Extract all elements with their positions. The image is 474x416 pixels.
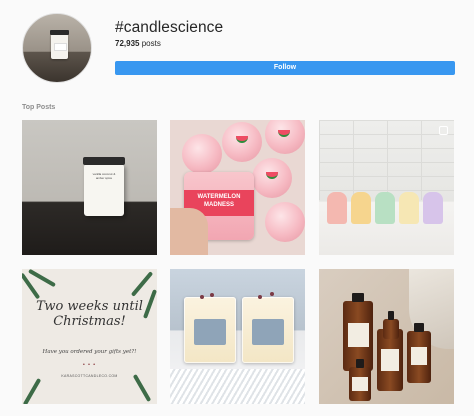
pink-candle-image bbox=[182, 134, 222, 174]
post-count: 72,935 posts bbox=[115, 39, 161, 48]
post-count-number: 72,935 bbox=[115, 39, 140, 48]
post-headline-text: Two weeks until Christmas! bbox=[36, 299, 143, 329]
candle-jar-image bbox=[50, 30, 69, 59]
hashtag-avatar[interactable] bbox=[22, 13, 92, 83]
candle-jar-image: vanilla coconut & amber spice bbox=[83, 157, 125, 216]
dried-flower-image bbox=[258, 295, 262, 299]
post-tile-3[interactable] bbox=[319, 120, 454, 255]
hand-image bbox=[170, 208, 208, 255]
follow-button[interactable]: Follow bbox=[115, 61, 455, 75]
amber-bottle-image bbox=[349, 359, 371, 401]
paper-shred-image bbox=[170, 369, 305, 404]
top-posts-label: Top Posts bbox=[22, 104, 56, 111]
pine-branch-image bbox=[22, 378, 42, 404]
post-tile-1[interactable]: vanilla coconut & amber spice bbox=[22, 120, 157, 255]
pine-branch-image bbox=[132, 374, 152, 402]
bottle-label-image bbox=[380, 349, 400, 371]
post-subline-text: Have you ordered your gifts yet?! bbox=[42, 349, 137, 355]
post-count-suffix: posts bbox=[139, 39, 161, 48]
pastel-candle-image bbox=[327, 192, 347, 224]
amber-bottle-image bbox=[407, 323, 431, 383]
candle-glass-image bbox=[242, 297, 294, 363]
pastel-candle-image bbox=[375, 192, 395, 224]
bottle-label-image bbox=[347, 323, 369, 347]
pine-branch-image bbox=[28, 269, 56, 288]
post-tile-4[interactable]: Two weeks until Christmas! Have you orde… bbox=[22, 269, 157, 404]
dried-flower-image bbox=[200, 295, 204, 299]
brick-wall-image bbox=[319, 120, 454, 200]
post-tile-2[interactable]: WATERMELON MADNESS bbox=[170, 120, 305, 255]
top-posts-grid: vanilla coconut & amber spice WATERMELON… bbox=[22, 120, 457, 410]
berry-divider-icon: • • • bbox=[82, 362, 97, 368]
pastel-candle-image bbox=[399, 192, 419, 224]
hashtag-title: #candlescience bbox=[115, 19, 224, 36]
dried-flower-image bbox=[270, 292, 274, 296]
bottle-label-image bbox=[410, 347, 428, 365]
candle-glass-image bbox=[184, 297, 236, 363]
post-tile-5[interactable] bbox=[170, 269, 305, 404]
hashtag-header: #candlescience 72,935 posts Follow bbox=[0, 0, 474, 95]
pastel-candle-image bbox=[351, 192, 371, 224]
post-url-text: KARASCOTTCANDLECO.COM bbox=[61, 374, 118, 378]
pine-branch-image bbox=[130, 271, 154, 297]
pink-candle-image bbox=[265, 202, 305, 242]
dried-flower-image bbox=[210, 293, 214, 297]
candle-label-image bbox=[252, 319, 284, 345]
candle-label-text: vanilla coconut & amber spice bbox=[92, 172, 116, 180]
pink-candle-image bbox=[265, 120, 305, 154]
bottle-label-image bbox=[352, 377, 368, 391]
multiple-photos-icon bbox=[439, 126, 448, 135]
pastel-candle-image bbox=[423, 192, 443, 224]
amber-bottle-image bbox=[383, 311, 399, 339]
post-tile-6[interactable] bbox=[319, 269, 454, 404]
candle-label-image bbox=[194, 319, 226, 345]
